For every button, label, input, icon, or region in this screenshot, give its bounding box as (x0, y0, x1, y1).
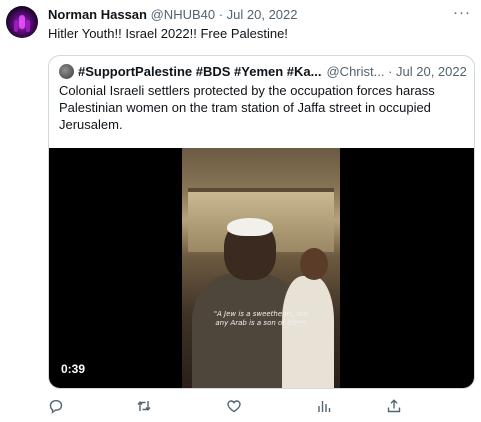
quoted-tweet-header: #SupportPalestine #BDS #Yemen #Ka... @Ch… (59, 63, 467, 80)
kippah (227, 218, 273, 236)
author-name[interactable]: Norman Hassan (48, 7, 147, 22)
video-frame: "A Jew is a sweetheart, but any Arab is … (182, 148, 340, 388)
quoted-tweet-text: Colonial Israeli settlers protected by t… (59, 83, 435, 132)
views-chart-icon (318, 401, 331, 412)
tweet[interactable]: Norman Hassan @NHUB40 · Jul 20, 2022 ···… (0, 0, 481, 422)
video-player[interactable]: "A Jew is a sweetheart, but any Arab is … (49, 148, 474, 388)
video-subtitle: "A Jew is a sweetheart, but any Arab is … (182, 310, 340, 328)
video-subtitle-line1: "A Jew is a sweetheart, but (213, 310, 309, 318)
retweet-icon (137, 401, 151, 411)
reply-button[interactable] (48, 398, 64, 414)
tweet-header: Norman Hassan @NHUB40 · Jul 20, 2022 (48, 6, 298, 23)
views-button[interactable] (316, 398, 332, 414)
second-person-head (300, 248, 328, 280)
retweet-button[interactable] (136, 398, 152, 414)
quoted-author-name[interactable]: #SupportPalestine #BDS #Yemen #Ka... (78, 63, 321, 80)
second-person (282, 276, 334, 388)
action-bar (48, 398, 468, 414)
video-duration: 0:39 (61, 362, 86, 376)
quoted-author-avatar[interactable] (59, 64, 74, 79)
like-button[interactable] (226, 398, 242, 414)
quoted-author-meta[interactable]: @Christ... · Jul 20, 2022 (326, 63, 466, 80)
share-button[interactable] (386, 398, 402, 414)
author-meta[interactable]: @NHUB40 · Jul 20, 2022 (151, 7, 298, 22)
tweet-text: Hitler Youth!! Israel 2022!! Free Palest… (48, 26, 288, 41)
reply-icon (49, 400, 63, 414)
share-icon (387, 399, 401, 413)
more-options-button[interactable]: ··· (453, 4, 471, 21)
video-subtitle-line2: any Arab is a son of bit*** (215, 319, 307, 327)
author-avatar[interactable] (6, 6, 38, 38)
quoted-tweet[interactable]: #SupportPalestine #BDS #Yemen #Ka... @Ch… (48, 55, 475, 389)
heart-icon (227, 400, 241, 413)
